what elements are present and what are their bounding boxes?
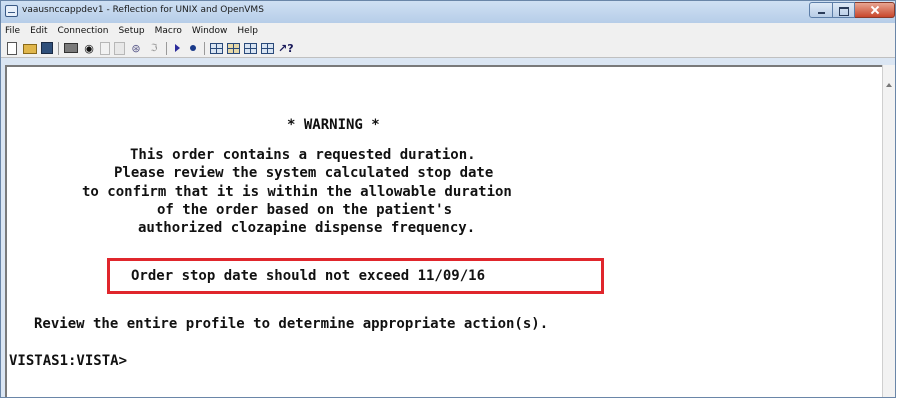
- command-prompt[interactable]: VISTAS1:VISTA>: [9, 353, 127, 370]
- message-line-2: Please review the system calculated stop…: [114, 165, 494, 181]
- review-line: Review the entire profile to determine a…: [34, 316, 549, 332]
- menu-bar: File Edit Connection Setup Macro Window …: [1, 23, 895, 39]
- menu-macro[interactable]: Macro: [150, 26, 187, 36]
- connect-icon[interactable]: ⊛: [129, 42, 143, 55]
- toolbar-separator: [58, 41, 59, 55]
- grid-layout-icon[interactable]: [261, 42, 274, 54]
- menu-edit[interactable]: Edit: [25, 26, 52, 36]
- context-help-icon[interactable]: ↗?: [278, 42, 294, 55]
- disconnect-icon[interactable]: ℑ: [147, 42, 161, 55]
- menu-file[interactable]: File: [1, 26, 25, 36]
- find-binoculars-icon[interactable]: ◉: [82, 42, 96, 55]
- paste-icon[interactable]: [114, 41, 125, 55]
- maximize-button[interactable]: [833, 2, 855, 18]
- play-macro-icon[interactable]: [175, 44, 180, 52]
- message-line-3: to confirm that it is within the allowab…: [82, 184, 512, 200]
- toolbar-separator: [204, 41, 205, 55]
- close-button[interactable]: [855, 2, 895, 18]
- order-stop-date-line: Order stop date should not exceed 11/09/…: [131, 268, 486, 284]
- toolbar-separator: [166, 41, 167, 55]
- grid-panel-icon[interactable]: [244, 42, 257, 54]
- window-title: vaausnccappdev1 - Reflection for UNIX an…: [22, 5, 264, 15]
- grid-view-icon[interactable]: [210, 42, 223, 54]
- vertical-scrollbar[interactable]: [882, 65, 895, 397]
- message-line-4: of the order based on the patient's: [157, 202, 453, 218]
- menu-help[interactable]: Help: [232, 26, 263, 36]
- toolbar: ◉ ⊛ ℑ ↗?: [1, 39, 895, 58]
- grid-split-icon[interactable]: [227, 42, 240, 54]
- print-icon[interactable]: [64, 43, 78, 53]
- new-session-icon[interactable]: [7, 41, 17, 55]
- message-line-5: authorized clozapine dispense frequency.: [138, 220, 476, 236]
- terminal-app-icon[interactable]: [5, 5, 18, 17]
- warning-header: * WARNING *: [287, 117, 380, 133]
- save-icon[interactable]: [41, 42, 53, 54]
- title-bar[interactable]: vaausnccappdev1 - Reflection for UNIX an…: [1, 1, 895, 23]
- minimize-button[interactable]: [809, 2, 833, 18]
- menu-window[interactable]: Window: [187, 26, 233, 36]
- menu-connection[interactable]: Connection: [53, 26, 114, 36]
- window-controls: [809, 2, 895, 19]
- menu-setup[interactable]: Setup: [113, 26, 149, 36]
- scroll-up-icon[interactable]: [886, 83, 892, 87]
- message-line-1: This order contains a requested duration…: [130, 147, 476, 163]
- open-folder-icon[interactable]: [23, 44, 37, 54]
- record-macro-icon[interactable]: [190, 45, 196, 51]
- copy-icon[interactable]: [100, 41, 110, 55]
